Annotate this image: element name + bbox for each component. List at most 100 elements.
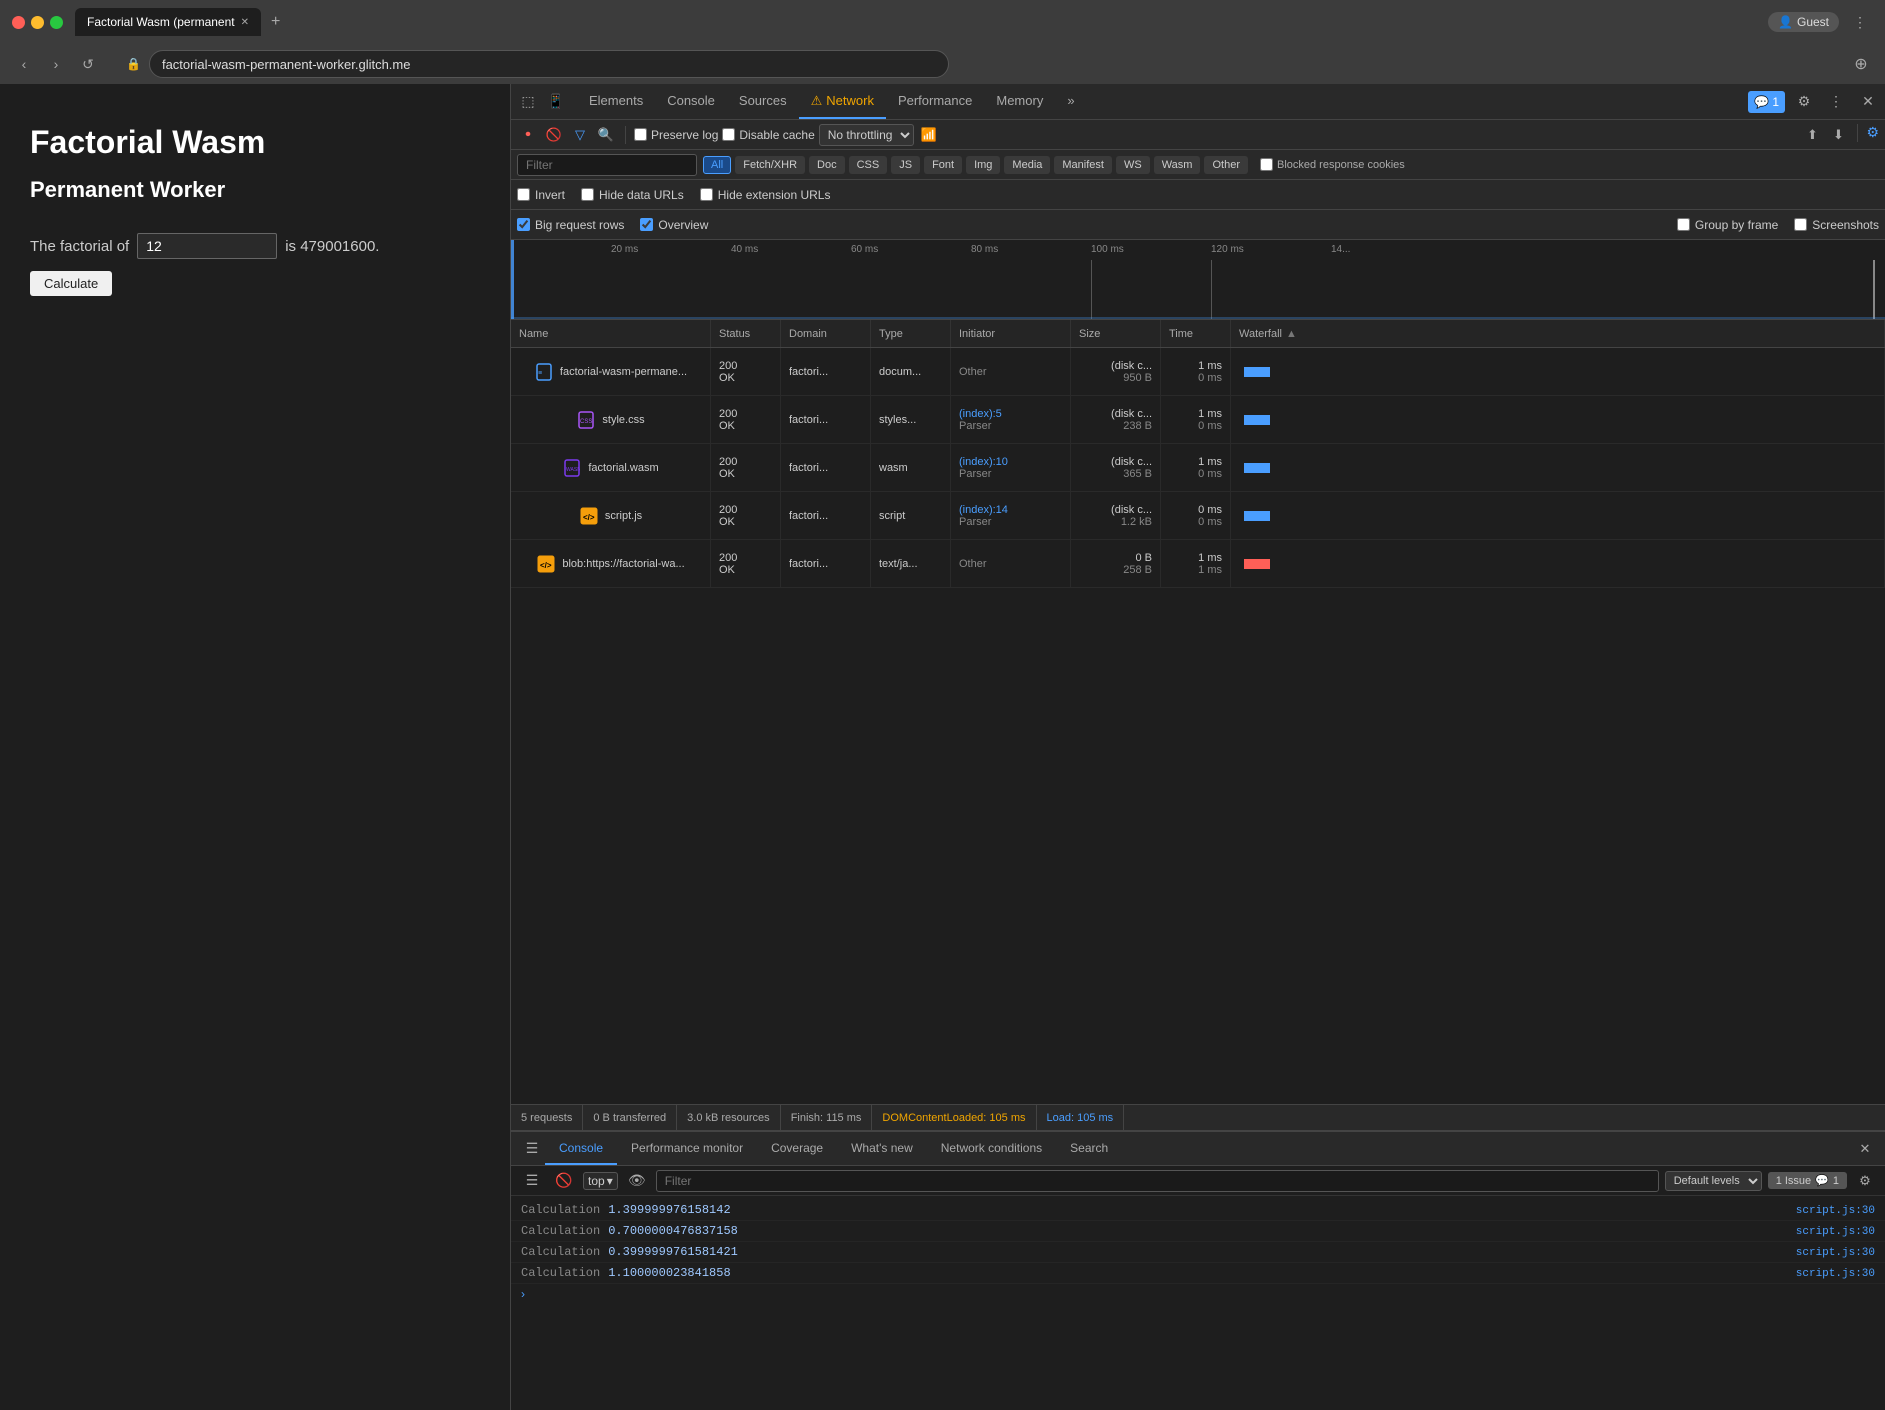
console-row-3[interactable]: Calculation 1.100000023841858 script.js:… <box>511 1263 1885 1284</box>
th-time[interactable]: Time <box>1161 320 1231 347</box>
console-tab-console[interactable]: Console <box>545 1132 617 1165</box>
reload-button[interactable]: ↺ <box>76 52 100 76</box>
console-tab-coverage[interactable]: Coverage <box>757 1132 837 1165</box>
chip-ws[interactable]: WS <box>1116 156 1150 174</box>
chip-js[interactable]: JS <box>891 156 920 174</box>
console-tab-search[interactable]: Search <box>1056 1132 1122 1165</box>
console-tab-perf-monitor[interactable]: Performance monitor <box>617 1132 757 1165</box>
table-row[interactable]: </> script.js 200 OK factori... script (… <box>511 492 1885 540</box>
chip-font[interactable]: Font <box>924 156 962 174</box>
blocked-cookies-checkbox[interactable]: Blocked response cookies <box>1260 158 1405 171</box>
new-tab-button[interactable]: + <box>265 11 286 33</box>
row-3-initiator-link[interactable]: (index):14 <box>959 504 1062 516</box>
wifi-icon[interactable]: 📶 <box>918 124 940 146</box>
th-waterfall[interactable]: Waterfall ▲ <box>1231 320 1885 347</box>
chip-fetch-xhr[interactable]: Fetch/XHR <box>735 156 805 174</box>
console-expand-arrow[interactable]: › <box>511 1284 1885 1304</box>
forward-button[interactable]: › <box>44 52 68 76</box>
tab-close-icon[interactable]: ✕ <box>241 17 249 28</box>
throttle-select[interactable]: No throttling <box>819 124 914 146</box>
hide-data-urls-checkbox[interactable]: Hide data URLs <box>581 188 684 202</box>
chip-wasm[interactable]: Wasm <box>1154 156 1201 174</box>
preserve-log-checkbox[interactable]: Preserve log <box>634 128 718 142</box>
overview-checkbox[interactable]: Overview <box>640 218 708 232</box>
th-name[interactable]: Name <box>511 320 711 347</box>
chip-all[interactable]: All <box>703 156 731 174</box>
calculate-button[interactable]: Calculate <box>30 271 112 296</box>
console-tab-network-conditions[interactable]: Network conditions <box>927 1132 1056 1165</box>
devtools-settings-button[interactable]: ⚙ <box>1791 89 1817 115</box>
console-link-0[interactable]: script.js:30 <box>1796 1205 1875 1217</box>
clear-button[interactable]: 🚫 <box>543 124 565 146</box>
console-row-2[interactable]: Calculation 0.3999999761581421 script.js… <box>511 1242 1885 1263</box>
row-1-initiator-link[interactable]: (index):5 <box>959 408 1062 420</box>
console-link-1[interactable]: script.js:30 <box>1796 1226 1875 1238</box>
console-eye-icon[interactable]: 👁 <box>624 1168 650 1194</box>
chip-doc[interactable]: Doc <box>809 156 845 174</box>
th-size[interactable]: Size <box>1071 320 1161 347</box>
screenshots-checkbox[interactable]: Screenshots <box>1794 218 1879 232</box>
disable-cache-checkbox[interactable]: Disable cache <box>722 128 814 142</box>
export-button[interactable]: ⬇ <box>1827 124 1849 146</box>
console-link-3[interactable]: script.js:30 <box>1796 1268 1875 1280</box>
chip-media[interactable]: Media <box>1004 156 1050 174</box>
back-button[interactable]: ‹ <box>12 52 36 76</box>
tab-memory[interactable]: Memory <box>984 84 1055 119</box>
filter-button[interactable]: ▽ <box>569 124 591 146</box>
tab-network[interactable]: ⚠ Network <box>799 84 886 119</box>
chip-css[interactable]: CSS <box>849 156 888 174</box>
console-sidebar-icon[interactable]: ☰ <box>519 1168 545 1194</box>
log-level-select[interactable]: Default levels <box>1665 1171 1762 1191</box>
tab-console[interactable]: Console <box>655 84 727 119</box>
tab-elements[interactable]: Elements <box>577 84 655 119</box>
record-button[interactable]: ⏺ <box>517 124 539 146</box>
context-selector[interactable]: top ▾ <box>583 1172 618 1190</box>
issues-badge[interactable]: 💬 1 <box>1748 91 1785 113</box>
zoom-button[interactable]: ⊕ <box>1849 52 1873 76</box>
table-row[interactable]: </> blob:https://factorial-wa... 200 OK … <box>511 540 1885 588</box>
chip-img[interactable]: Img <box>966 156 1000 174</box>
search-button[interactable]: 🔍 <box>595 124 617 146</box>
th-status[interactable]: Status <box>711 320 781 347</box>
devtools-close-button[interactable]: ✕ <box>1855 89 1881 115</box>
tab-sources[interactable]: Sources <box>727 84 799 119</box>
close-button[interactable] <box>12 16 25 29</box>
console-filter-input[interactable] <box>656 1170 1659 1192</box>
console-link-2[interactable]: script.js:30 <box>1796 1247 1875 1259</box>
filter-input[interactable] <box>517 154 697 176</box>
th-initiator[interactable]: Initiator <box>951 320 1071 347</box>
active-tab[interactable]: Factorial Wasm (permanent ✕ <box>75 8 261 36</box>
network-settings-icon[interactable]: ⚙ <box>1866 124 1879 146</box>
console-row-1[interactable]: Calculation 0.7000000476837158 script.js… <box>511 1221 1885 1242</box>
table-row[interactable]: WASM factorial.wasm 200 OK factori... wa… <box>511 444 1885 492</box>
devtools-device-icon[interactable]: 📱 <box>543 89 569 115</box>
invert-checkbox[interactable]: Invert <box>517 188 565 202</box>
th-type[interactable]: Type <box>871 320 951 347</box>
console-tab-whats-new[interactable]: What's new <box>837 1132 927 1165</box>
import-button[interactable]: ⬆ <box>1801 124 1823 146</box>
tab-more[interactable]: » <box>1055 84 1086 119</box>
tab-performance[interactable]: Performance <box>886 84 984 119</box>
url-input[interactable] <box>149 50 949 78</box>
row-2-initiator-link[interactable]: (index):10 <box>959 456 1062 468</box>
devtools-more-button[interactable]: ⋮ <box>1823 89 1849 115</box>
chip-other[interactable]: Other <box>1204 156 1248 174</box>
guest-button[interactable]: 👤 Guest <box>1768 12 1839 32</box>
group-by-frame-checkbox[interactable]: Group by frame <box>1677 218 1778 232</box>
factorial-input[interactable] <box>137 233 277 259</box>
big-rows-checkbox[interactable]: Big request rows <box>517 218 624 232</box>
console-sidebar-toggle[interactable]: ☰ <box>519 1136 545 1162</box>
table-row[interactable]: ≡ factorial-wasm-permane... 200 OK facto… <box>511 348 1885 396</box>
table-row[interactable]: CSS style.css 200 OK factori... styles..… <box>511 396 1885 444</box>
console-close-button[interactable]: ✕ <box>1853 1137 1877 1161</box>
maximize-button[interactable] <box>50 16 63 29</box>
console-clear-icon[interactable]: 🚫 <box>551 1168 577 1194</box>
minimize-button[interactable] <box>31 16 44 29</box>
browser-menu-button[interactable]: ⋮ <box>1847 9 1873 35</box>
console-row-0[interactable]: Calculation 1.399999976158142 script.js:… <box>511 1200 1885 1221</box>
devtools-inspect-icon[interactable]: ⬚ <box>515 89 541 115</box>
console-settings-icon[interactable]: ⚙ <box>1853 1169 1877 1193</box>
th-domain[interactable]: Domain <box>781 320 871 347</box>
issues-badge-console[interactable]: 1 Issue 💬 1 <box>1768 1172 1847 1189</box>
hide-extension-urls-checkbox[interactable]: Hide extension URLs <box>700 188 831 202</box>
